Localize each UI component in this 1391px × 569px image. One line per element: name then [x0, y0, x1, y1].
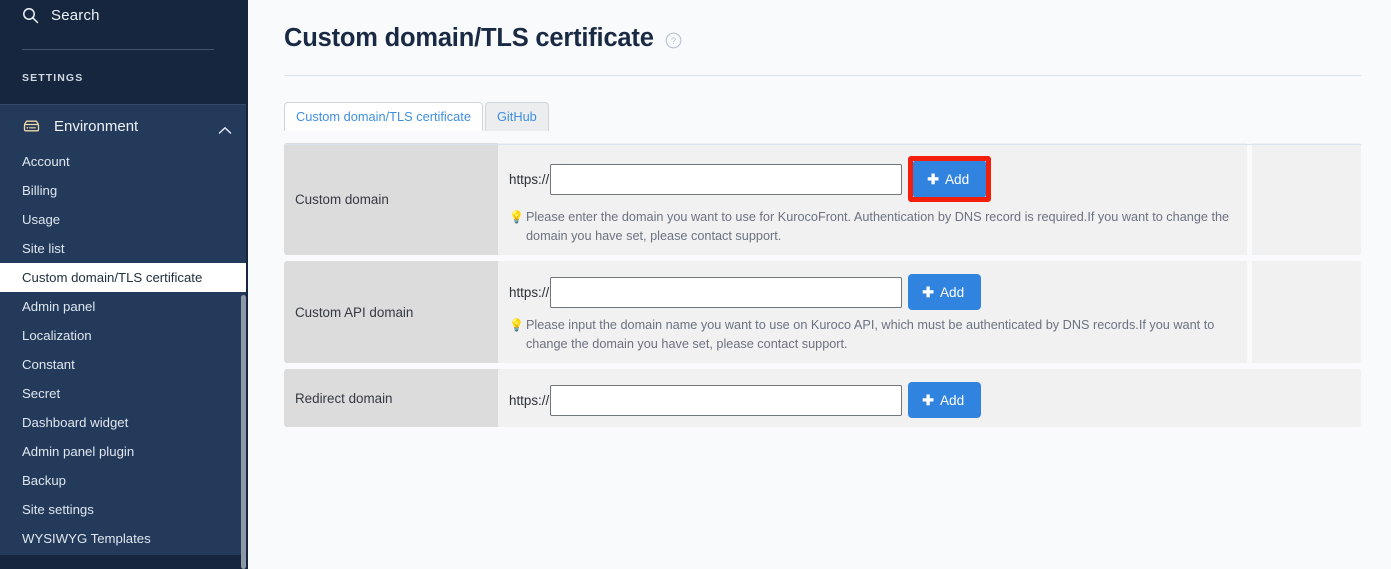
search-label: Search	[51, 6, 100, 24]
sidebar-item-label: Dashboard widget	[22, 415, 129, 430]
row-label: Redirect domain	[295, 390, 393, 406]
row-extra-cell	[1252, 143, 1361, 255]
protocol-prefix: https://	[509, 284, 550, 300]
add-button-highlight: ✚ Add	[908, 156, 992, 202]
row-value-cell: https:// ✚ Add 💡 Please enter the domain…	[498, 143, 1247, 255]
sidebar-item-site-settings[interactable]: Site settings	[0, 495, 248, 524]
tab-bar: Custom domain/TLS certificate GitHub	[284, 102, 1391, 131]
sidebar-group-label: Environment	[54, 117, 139, 135]
protocol-prefix: https://	[509, 171, 550, 187]
sidebar-top: Search SETTINGS	[0, 0, 248, 84]
sidebar-item-wysiwyg-templates[interactable]: WYSIWYG Templates	[0, 524, 248, 553]
plus-icon: ✚	[922, 392, 934, 408]
sidebar-item-label: Backup	[22, 473, 66, 488]
sidebar-group-header-environment[interactable]: Environment	[0, 105, 248, 147]
add-button-wrap: ✚ Add	[902, 382, 982, 418]
row-extra-cell	[1252, 261, 1361, 363]
domain-input-line: https:// ✚ Add	[509, 156, 1247, 202]
add-custom-domain-button[interactable]: ✚ Add	[913, 161, 987, 197]
lightbulb-icon: 💡	[509, 210, 524, 224]
sidebar-item-usage[interactable]: Usage	[0, 205, 248, 234]
environment-icon	[22, 117, 41, 136]
sidebar-item-label: Localization	[22, 328, 92, 343]
sidebar-item-site-list[interactable]: Site list	[0, 234, 248, 263]
page-header-divider	[284, 75, 1361, 76]
main-content: Custom domain/TLS certificate ? Custom d…	[248, 0, 1391, 569]
sidebar-item-label: Custom domain/TLS certificate	[22, 270, 203, 285]
sidebar-item-admin-panel-plugin[interactable]: Admin panel plugin	[0, 437, 248, 466]
sidebar-item-dashboard-widget[interactable]: Dashboard widget	[0, 408, 248, 437]
sidebar-item-admin-panel[interactable]: Admin panel	[0, 292, 248, 321]
row-label-cell: Custom API domain	[284, 261, 498, 363]
sidebar-group-environment: Environment Account Billing Usage Site l…	[0, 104, 248, 555]
page-title: Custom domain/TLS certificate	[284, 24, 654, 52]
row-hint-text: Please enter the domain you want to use …	[525, 210, 1230, 243]
sidebar: Search SETTINGS Environment Account Bill…	[0, 0, 248, 569]
tab-label: GitHub	[496, 109, 537, 124]
row-label-cell: Redirect domain	[284, 369, 498, 427]
tab-github[interactable]: GitHub	[484, 102, 549, 131]
search-icon	[22, 7, 39, 24]
sidebar-scrollbar-thumb[interactable]	[241, 295, 246, 569]
svg-text:?: ?	[671, 36, 676, 47]
search-box[interactable]: Search	[0, 0, 248, 30]
sidebar-item-label: Usage	[22, 212, 61, 227]
sidebar-item-label: Account	[22, 154, 70, 169]
sidebar-item-label: Constant	[22, 357, 75, 372]
tab-bar-underline	[284, 144, 1361, 145]
sidebar-item-label: Site list	[22, 241, 65, 256]
sidebar-item-billing[interactable]: Billing	[0, 176, 248, 205]
lightbulb-icon: 💡	[509, 318, 524, 332]
table-row: Custom domain https:// ✚ Add 💡 Please en…	[284, 143, 1361, 255]
row-label: Custom domain	[295, 191, 389, 207]
sidebar-item-label: Billing	[22, 183, 58, 198]
table-row: Custom API domain https:// ✚ Add 💡 Pleas…	[284, 261, 1361, 363]
sidebar-item-label: Admin panel plugin	[22, 444, 135, 459]
row-value-cell: https:// ✚ Add 💡 Please input the domain…	[498, 261, 1247, 363]
add-button-label: Add	[939, 284, 965, 300]
sidebar-item-account[interactable]: Account	[0, 147, 248, 176]
sidebar-item-constant[interactable]: Constant	[0, 350, 248, 379]
plus-icon: ✚	[927, 171, 939, 187]
help-circle-icon[interactable]: ?	[665, 32, 682, 49]
app-root: Search SETTINGS Environment Account Bill…	[0, 0, 1391, 569]
domain-settings-table: Custom domain https:// ✚ Add 💡 Please en…	[284, 143, 1361, 427]
add-button-wrap: ✚ Add	[902, 274, 982, 310]
custom-api-domain-input[interactable]	[550, 276, 903, 308]
sidebar-item-localization[interactable]: Localization	[0, 321, 248, 350]
row-label: Custom API domain	[295, 304, 414, 320]
sidebar-item-label: Site settings	[22, 502, 94, 517]
row-label-cell: Custom domain	[284, 143, 498, 255]
protocol-prefix: https://	[509, 392, 550, 408]
sidebar-item-secret[interactable]: Secret	[0, 379, 248, 408]
sidebar-section-label: SETTINGS	[22, 72, 84, 84]
sidebar-item-label: Secret	[22, 386, 61, 401]
sidebar-item-backup[interactable]: Backup	[0, 466, 248, 495]
sidebar-item-label: WYSIWYG Templates	[22, 531, 151, 546]
row-hint: 💡 Please input the domain name you want …	[509, 316, 1239, 354]
add-redirect-domain-button[interactable]: ✚ Add	[908, 382, 982, 418]
add-button-label: Add	[944, 171, 970, 187]
plus-icon: ✚	[922, 284, 934, 300]
custom-domain-input[interactable]	[550, 163, 903, 195]
tab-custom-domain-tls-certificate[interactable]: Custom domain/TLS certificate	[284, 102, 483, 131]
chevron-up-icon[interactable]	[218, 122, 232, 134]
row-value-cell: https:// ✚ Add	[498, 369, 1361, 427]
row-hint-text: Please input the domain name you want to…	[525, 318, 1215, 351]
domain-input-line: https:// ✚ Add	[509, 382, 1361, 418]
redirect-domain-input[interactable]	[550, 384, 903, 416]
sidebar-item-label: Admin panel	[22, 299, 96, 314]
tab-label: Custom domain/TLS certificate	[296, 109, 471, 124]
domain-input-line: https:// ✚ Add	[509, 274, 1247, 310]
page-header: Custom domain/TLS certificate ?	[248, 0, 1391, 53]
table-row: Redirect domain https:// ✚ Add	[284, 369, 1361, 427]
add-button-label: Add	[939, 392, 965, 408]
row-hint: 💡 Please enter the domain you want to us…	[509, 208, 1239, 246]
sidebar-item-custom-domain-tls-certificate[interactable]: Custom domain/TLS certificate	[0, 263, 248, 292]
add-custom-api-domain-button[interactable]: ✚ Add	[908, 274, 982, 310]
